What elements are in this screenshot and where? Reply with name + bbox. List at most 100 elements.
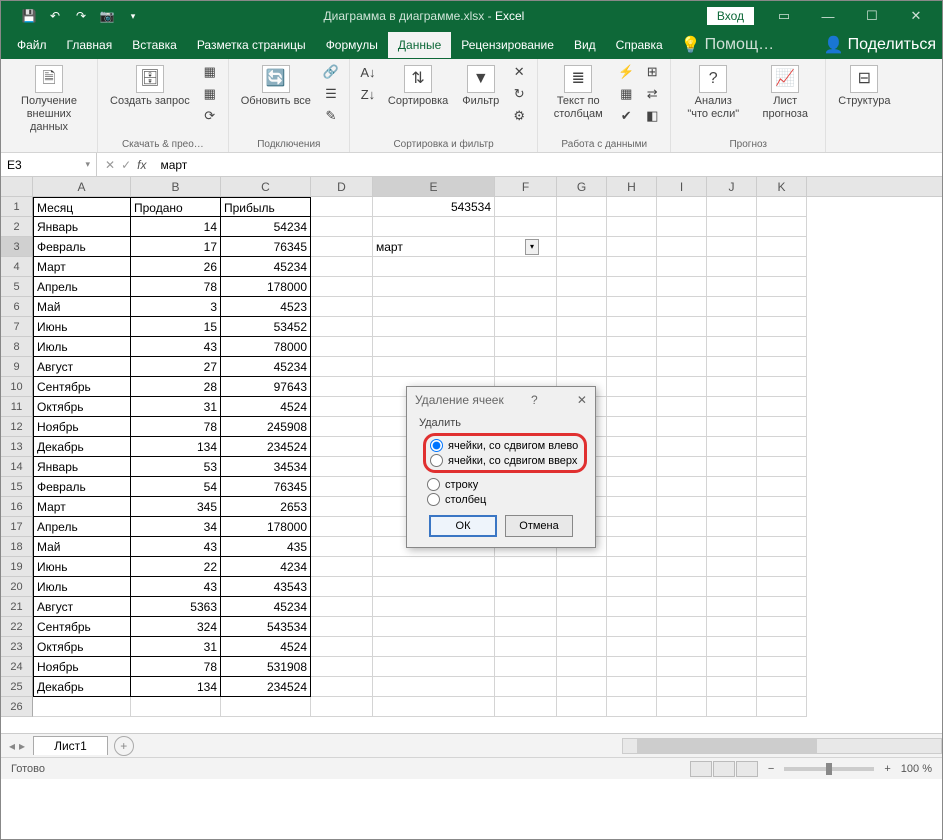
zoom-level[interactable]: 100 % [901,763,932,775]
ok-button[interactable]: ОК [429,515,497,537]
cell-J16[interactable] [707,497,757,517]
cell-B19[interactable]: 22 [131,557,221,577]
cell-I11[interactable] [657,397,707,417]
cell-B25[interactable]: 134 [131,677,221,697]
cell-D24[interactable] [311,657,373,677]
cell-E21[interactable] [373,597,495,617]
cell-D13[interactable] [311,437,373,457]
row-header[interactable]: 3 [1,237,33,257]
cell-F26[interactable] [495,697,557,717]
cell-H10[interactable] [607,377,657,397]
cell-I5[interactable] [657,277,707,297]
cell-H13[interactable] [607,437,657,457]
row-header[interactable]: 19 [1,557,33,577]
cell-I26[interactable] [657,697,707,717]
cell-K11[interactable] [757,397,807,417]
cell-J13[interactable] [707,437,757,457]
cell-B22[interactable]: 324 [131,617,221,637]
qat-dropdown-icon[interactable]: ▾ [125,8,141,24]
cell-D10[interactable] [311,377,373,397]
cell-I20[interactable] [657,577,707,597]
zoom-slider[interactable] [784,767,874,771]
cell-G21[interactable] [557,597,607,617]
cell-B17[interactable]: 34 [131,517,221,537]
row-header[interactable]: 17 [1,517,33,537]
cell-F24[interactable] [495,657,557,677]
row-header[interactable]: 12 [1,417,33,437]
maximize-icon[interactable]: ☐ [852,1,892,31]
edit-links-button[interactable]: ✎ [321,107,341,127]
cell-B8[interactable]: 43 [131,337,221,357]
sort-desc-button[interactable]: Z↓ [358,85,378,105]
share-button[interactable]: 👤Поделиться [824,35,936,55]
cell-A1[interactable]: Месяц [33,197,131,217]
cell-J2[interactable] [707,217,757,237]
cell-K9[interactable] [757,357,807,377]
cell-K7[interactable] [757,317,807,337]
cell-B26[interactable] [131,697,221,717]
horizontal-scrollbar[interactable] [622,738,942,754]
cell-B5[interactable]: 78 [131,277,221,297]
cell-K10[interactable] [757,377,807,397]
cell-C12[interactable]: 245908 [221,417,311,437]
cell-C24[interactable]: 531908 [221,657,311,677]
minimize-icon[interactable]: — [808,1,848,31]
cancel-formula-icon[interactable]: ✕ [105,158,115,172]
row-header[interactable]: 18 [1,537,33,557]
cell-A12[interactable]: Ноябрь [33,417,131,437]
tab-formulas[interactable]: Формулы [316,32,388,58]
cell-K13[interactable] [757,437,807,457]
cell-B9[interactable]: 27 [131,357,221,377]
cell-D2[interactable] [311,217,373,237]
radio-shift-left[interactable]: ячейки, со сдвигом влево [430,438,580,453]
column-header-K[interactable]: K [757,177,807,196]
cell-A16[interactable]: Март [33,497,131,517]
cell-D26[interactable] [311,697,373,717]
cell-B16[interactable]: 345 [131,497,221,517]
cell-C15[interactable]: 76345 [221,477,311,497]
cell-B2[interactable]: 14 [131,217,221,237]
cell-C7[interactable]: 53452 [221,317,311,337]
cell-K8[interactable] [757,337,807,357]
cell-D1[interactable] [311,197,373,217]
cell-A22[interactable]: Сентябрь [33,617,131,637]
cell-G19[interactable] [557,557,607,577]
cell-F19[interactable] [495,557,557,577]
cell-F7[interactable] [495,317,557,337]
radio-entire-column[interactable]: столбец [427,492,583,507]
save-icon[interactable]: 💾 [21,8,37,24]
cell-C3[interactable]: 76345 [221,237,311,257]
cell-I6[interactable] [657,297,707,317]
cell-F20[interactable] [495,577,557,597]
row-header[interactable]: 13 [1,437,33,457]
cell-A6[interactable]: Май [33,297,131,317]
cell-C5[interactable]: 178000 [221,277,311,297]
cell-E9[interactable] [373,357,495,377]
cell-A13[interactable]: Декабрь [33,437,131,457]
camera-icon[interactable]: 📷 [99,8,115,24]
cell-K23[interactable] [757,637,807,657]
cell-B4[interactable]: 26 [131,257,221,277]
cell-B11[interactable]: 31 [131,397,221,417]
sheet-tab-1[interactable]: Лист1 [33,736,108,755]
tab-data[interactable]: Данные [388,32,451,58]
cell-G2[interactable] [557,217,607,237]
close-icon[interactable]: ✕ [896,1,936,31]
recent-sources-button[interactable]: ⟳ [200,107,220,127]
cell-D4[interactable] [311,257,373,277]
sort-asc-button[interactable]: A↓ [358,63,378,83]
cell-G6[interactable] [557,297,607,317]
cell-C25[interactable]: 234524 [221,677,311,697]
cell-D23[interactable] [311,637,373,657]
cell-D16[interactable] [311,497,373,517]
cell-H8[interactable] [607,337,657,357]
cell-G1[interactable] [557,197,607,217]
refresh-all-button[interactable]: 🔄 Обновить все [237,63,315,110]
cell-C1[interactable]: Прибыль [221,197,311,217]
cell-H9[interactable] [607,357,657,377]
cell-D19[interactable] [311,557,373,577]
cell-E3[interactable]: март [373,237,495,257]
column-header-D[interactable]: D [311,177,373,196]
cell-I2[interactable] [657,217,707,237]
cell-A18[interactable]: Май [33,537,131,557]
